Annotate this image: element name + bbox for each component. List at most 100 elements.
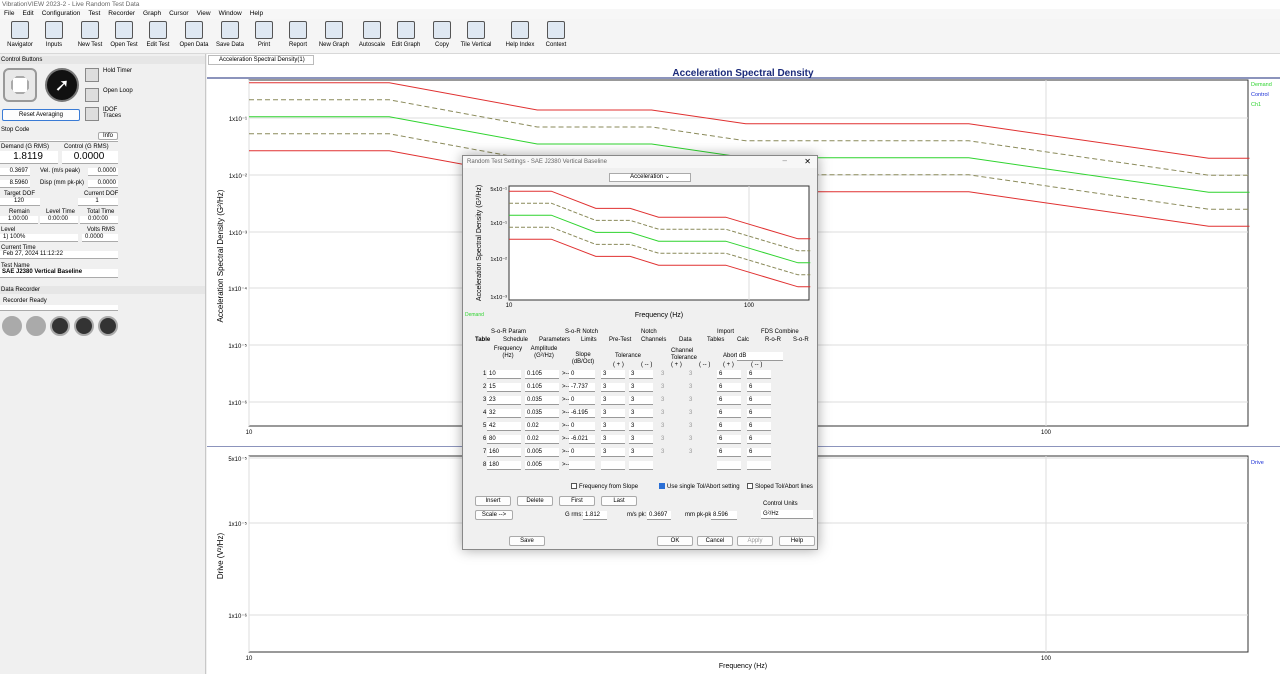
slope-input[interactable]: 0 xyxy=(569,448,595,457)
stop-button[interactable] xyxy=(3,68,37,102)
toolbar-save-data-button[interactable]: Save Data xyxy=(212,21,248,48)
record-stop-button[interactable] xyxy=(2,316,22,336)
tol-plus-input[interactable]: 3 xyxy=(601,435,625,444)
toolbar-report-button[interactable]: Report xyxy=(280,21,316,48)
frequency-from-slope-checkbox[interactable]: Frequency from Slope xyxy=(569,483,638,492)
amplitude-input[interactable]: 0.02 xyxy=(525,435,559,444)
amplitude-input[interactable]: 0.035 xyxy=(525,396,559,405)
insert-button[interactable]: Insert xyxy=(475,496,511,506)
abort-minus-input[interactable]: 6 xyxy=(747,409,771,418)
save-button[interactable]: Save xyxy=(509,536,545,546)
tol-plus-input[interactable]: 3 xyxy=(601,370,625,379)
toolbar-tile-vertical-button[interactable]: Tile Vertical xyxy=(458,21,494,48)
amplitude-input[interactable]: 0.105 xyxy=(525,370,559,379)
abort-minus-input[interactable]: 6 xyxy=(747,422,771,431)
help-button[interactable]: Help xyxy=(779,536,815,546)
abort-plus-input[interactable]: 6 xyxy=(717,409,741,418)
abort-plus-input[interactable]: 6 xyxy=(717,383,741,392)
toolbar-context-button[interactable]: Context xyxy=(538,21,574,48)
tab-data[interactable]: Data xyxy=(677,336,692,345)
abort-minus-input[interactable] xyxy=(747,461,771,470)
scale-button[interactable]: Scale --> xyxy=(475,510,513,520)
toolbar-autoscale-button[interactable]: Autoscale xyxy=(354,21,390,48)
menu-item-recorder[interactable]: Recorder xyxy=(108,10,135,17)
abort-minus-input[interactable]: 6 xyxy=(747,370,771,379)
record-button[interactable] xyxy=(50,316,70,336)
last-button[interactable]: Last xyxy=(601,496,637,506)
hold-timer-button[interactable] xyxy=(85,68,99,82)
toolbar-new-graph-button[interactable]: New Graph xyxy=(316,21,352,48)
record-settings-button[interactable] xyxy=(98,316,118,336)
tol-plus-input[interactable]: 3 xyxy=(601,383,625,392)
tol-plus-input[interactable]: 3 xyxy=(601,448,625,457)
cancel-button[interactable]: Cancel xyxy=(697,536,733,546)
run-button[interactable]: ➚ xyxy=(45,68,79,102)
frequency-input[interactable]: 15 xyxy=(487,383,521,392)
slope-input[interactable]: -6.021 xyxy=(569,435,595,444)
toolbar-open-data-button[interactable]: Open Data xyxy=(176,21,212,48)
tab-calc[interactable]: Calc xyxy=(735,336,749,345)
amplitude-input[interactable]: 0.005 xyxy=(525,461,559,470)
abort-minus-input[interactable]: 6 xyxy=(747,448,771,457)
tab-table[interactable]: Table xyxy=(473,336,490,345)
tol-plus-input[interactable]: 3 xyxy=(601,396,625,405)
frequency-input[interactable]: 32 xyxy=(487,409,521,418)
open-loop-button[interactable] xyxy=(85,88,99,102)
info-button[interactable]: Info xyxy=(98,132,118,140)
abort-plus-input[interactable]: 6 xyxy=(717,370,741,379)
delete-button[interactable]: Delete xyxy=(517,496,553,506)
abort-plus-input[interactable] xyxy=(717,461,741,470)
menu-item-cursor[interactable]: Cursor xyxy=(169,10,189,17)
tol-minus-input[interactable]: 3 xyxy=(629,370,653,379)
amplitude-input[interactable]: 0.105 xyxy=(525,383,559,392)
tol-plus-input[interactable] xyxy=(601,461,625,470)
tol-minus-input[interactable]: 3 xyxy=(629,409,653,418)
apply-button[interactable]: Apply xyxy=(737,536,773,546)
slope-input[interactable]: 0 xyxy=(569,370,595,379)
toolbar-edit-graph-button[interactable]: Edit Graph xyxy=(388,21,424,48)
tol-plus-input[interactable]: 3 xyxy=(601,409,625,418)
control-units-select[interactable]: G²/Hz xyxy=(761,510,813,519)
tab-s-o-r[interactable]: S-o-R xyxy=(791,336,809,345)
slope-input[interactable]: 0 xyxy=(569,422,595,431)
toolbar-copy-button[interactable]: Copy xyxy=(424,21,460,48)
tab-pre-test[interactable]: Pre-Test xyxy=(607,336,631,345)
menu-item-test[interactable]: Test xyxy=(88,10,100,17)
reset-averaging-button[interactable]: Reset Averaging xyxy=(2,109,80,121)
abort-unit-select[interactable]: dB xyxy=(737,352,783,361)
abort-plus-input[interactable]: 6 xyxy=(717,396,741,405)
menu-item-file[interactable]: File xyxy=(4,10,14,17)
toolbar-inputs-button[interactable]: Inputs xyxy=(36,21,72,48)
tab-limits[interactable]: Limits xyxy=(579,336,597,345)
slope-input[interactable] xyxy=(569,461,595,470)
tab-schedule[interactable]: Schedule xyxy=(501,336,528,345)
tol-minus-input[interactable] xyxy=(629,461,653,470)
toolbar-new-test-button[interactable]: New Test xyxy=(72,21,108,48)
toolbar-open-test-button[interactable]: Open Test xyxy=(106,21,142,48)
frequency-input[interactable]: 180 xyxy=(487,461,521,470)
tol-minus-input[interactable]: 3 xyxy=(629,422,653,431)
abort-minus-input[interactable]: 6 xyxy=(747,383,771,392)
tol-minus-input[interactable]: 3 xyxy=(629,383,653,392)
ok-button[interactable]: OK xyxy=(657,536,693,546)
amplitude-input[interactable]: 0.035 xyxy=(525,409,559,418)
tol-minus-input[interactable]: 3 xyxy=(629,448,653,457)
amplitude-input[interactable]: 0.02 xyxy=(525,422,559,431)
minimize-icon[interactable]: – xyxy=(783,156,787,165)
tab-asd[interactable]: Acceleration Spectral Density(1) xyxy=(208,55,314,65)
toolbar-help-index-button[interactable]: Help Index xyxy=(502,21,538,48)
tab-parameters[interactable]: Parameters xyxy=(537,336,570,345)
tab-channels[interactable]: Channels xyxy=(639,336,666,345)
tab-tables[interactable]: Tables xyxy=(705,336,724,345)
toolbar-edit-test-button[interactable]: Edit Test xyxy=(140,21,176,48)
toolbar-print-button[interactable]: Print xyxy=(246,21,282,48)
frequency-input[interactable]: 80 xyxy=(487,435,521,444)
abort-plus-input[interactable]: 6 xyxy=(717,422,741,431)
record-pause-button[interactable] xyxy=(26,316,46,336)
menu-item-edit[interactable]: Edit xyxy=(22,10,33,17)
abort-minus-input[interactable]: 6 xyxy=(747,435,771,444)
frequency-input[interactable]: 42 xyxy=(487,422,521,431)
frequency-input[interactable]: 10 xyxy=(487,370,521,379)
menu-item-view[interactable]: View xyxy=(197,10,211,17)
menu-item-help[interactable]: Help xyxy=(250,10,263,17)
